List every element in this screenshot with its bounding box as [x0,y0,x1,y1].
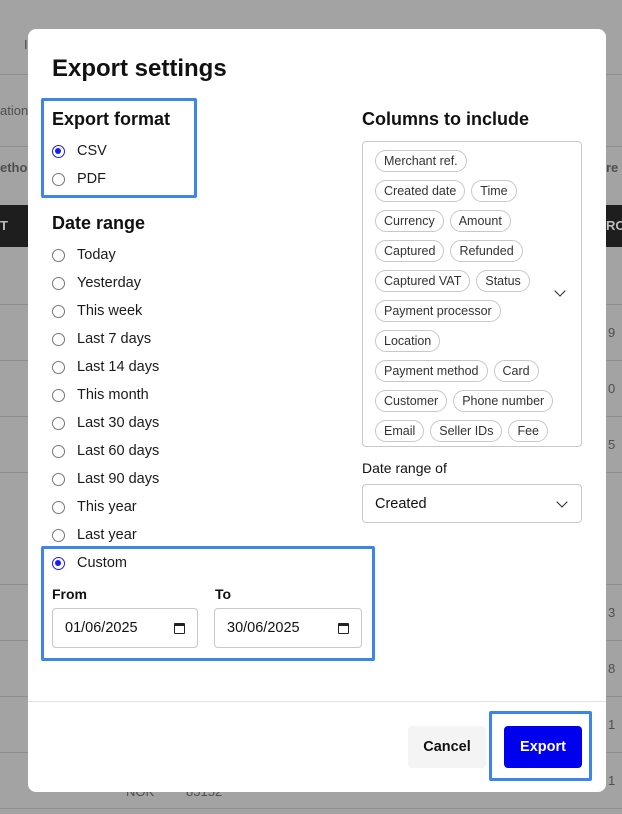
columns-title: Columns to include [362,109,530,129]
bg-text: 8 [608,661,616,676]
radio-icon[interactable] [52,528,65,542]
column-chip[interactable]: Captured [375,240,445,262]
date-option-last-30-days[interactable]: Last 30 days [52,413,159,433]
radio-icon[interactable] [52,444,65,458]
to-date-input[interactable]: 30/06/2025 [214,608,362,648]
date-option-label: Yesterday [77,275,141,291]
radio-icon[interactable] [52,304,65,318]
date-option-today[interactable]: Today [52,245,116,265]
export-format-title: Export format [52,109,171,129]
cancel-button[interactable]: Cancel [408,726,486,768]
from-label: From [52,586,87,602]
from-date-value: 01/06/2025 [65,620,138,636]
bg-text: T [0,218,8,233]
radio-icon[interactable] [52,472,65,486]
column-chip[interactable]: Time [471,180,517,202]
date-option-this-week[interactable]: This week [52,301,142,321]
column-chip[interactable]: Merchant ref. [375,150,467,172]
column-chip[interactable]: Status [476,270,530,292]
radio-icon[interactable] [52,248,65,262]
date-option-label: Last 30 days [77,415,160,431]
chevron-down-icon[interactable] [554,285,566,297]
date-option-last-7-days[interactable]: Last 7 days [52,329,151,349]
column-chip[interactable]: Card [493,360,539,382]
bg-divider [0,808,622,809]
date-option-label: Last year [77,527,137,543]
radio-icon[interactable] [52,276,65,290]
date-range-of-select[interactable]: Created [362,484,582,523]
date-option-yesterday[interactable]: Yesterday [52,273,141,293]
from-date-input[interactable]: 01/06/2025 [52,608,198,648]
footer-divider [28,701,606,702]
date-option-label: Custom [77,555,127,571]
bg-text: 9 [608,325,616,340]
date-option-label: This year [77,499,137,515]
date-option-label: Last 7 days [77,331,152,347]
date-range-of-value: Created [375,495,427,512]
bg-text: 0 [608,381,616,396]
column-chip[interactable]: Payment processor [375,300,501,322]
format-option-label: PDF [77,171,106,187]
column-chip[interactable]: Location [375,330,441,352]
bg-text: RO [606,218,622,233]
bg-text: re [606,160,619,175]
bg-text: 5 [608,437,616,452]
date-option-label: Last 60 days [77,443,160,459]
format-option-label: CSV [77,143,107,159]
bg-text: 3 [608,605,616,620]
column-chip[interactable]: Created date [375,180,466,202]
date-option-last-60-days[interactable]: Last 60 days [52,441,159,461]
export-settings-dialog: Export settings Export format CSV PDF Da… [28,29,606,792]
date-option-label: This month [77,387,149,403]
chevron-down-icon[interactable] [556,496,568,508]
radio-icon[interactable] [52,172,65,186]
column-chip[interactable]: Captured VAT [375,270,471,292]
to-date-value: 30/06/2025 [227,620,300,636]
column-chip[interactable]: Fee [508,420,548,442]
column-chip[interactable]: Payment method [375,360,488,382]
radio-icon[interactable] [52,388,65,402]
radio-icon[interactable] [52,332,65,346]
columns-multiselect[interactable]: Merchant ref. Created date Time Currency… [362,141,582,447]
column-chip[interactable]: Refunded [450,240,523,262]
column-chip[interactable]: Currency [375,210,444,232]
date-option-label: Last 90 days [77,471,160,487]
date-option-label: Today [77,247,116,263]
date-range-title: Date range [52,213,146,233]
format-option-csv[interactable]: CSV [52,141,107,161]
date-option-custom[interactable]: Custom [52,553,127,573]
radio-checked-icon[interactable] [52,144,65,158]
column-chip-list: Merchant ref. Created date Time Currency… [375,150,555,442]
date-option-this-year[interactable]: This year [52,497,137,517]
date-option-label: This week [77,303,143,319]
to-label: To [215,586,232,602]
radio-icon[interactable] [52,500,65,514]
column-chip[interactable]: Email [375,420,425,442]
format-option-pdf[interactable]: PDF [52,169,106,189]
export-button[interactable]: Export [504,726,582,768]
date-option-last-14-days[interactable]: Last 14 days [52,357,159,377]
date-option-last-year[interactable]: Last year [52,525,137,545]
date-option-this-month[interactable]: This month [52,385,149,405]
date-option-last-90-days[interactable]: Last 90 days [52,469,159,489]
dialog-title: Export settings [52,55,227,82]
radio-checked-icon[interactable] [52,556,65,570]
bg-text: ation [0,103,29,118]
radio-icon[interactable] [52,360,65,374]
date-option-label: Last 14 days [77,359,160,375]
column-chip[interactable]: Customer [375,390,448,412]
column-chip[interactable]: Phone number [453,390,554,412]
bg-text: 1 [608,773,616,788]
column-chip[interactable]: Amount [449,210,511,232]
column-chip[interactable]: Seller IDs [430,420,503,442]
calendar-icon[interactable] [174,622,185,634]
date-range-of-label: Date range of [362,460,447,476]
radio-icon[interactable] [52,416,65,430]
bg-text: 1 [608,717,616,732]
calendar-icon[interactable] [338,622,349,634]
